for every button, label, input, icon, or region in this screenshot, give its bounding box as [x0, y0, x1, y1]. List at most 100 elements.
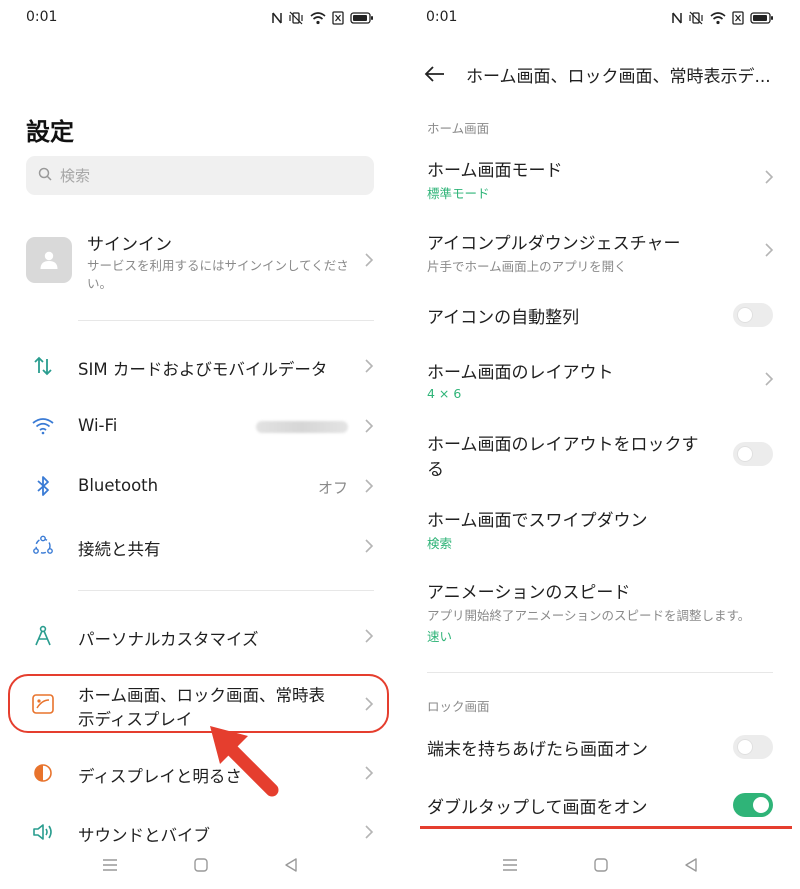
sidebar-item-sim[interactable]: SIM カードおよびモバイルデータ	[0, 345, 400, 387]
annotation-arrow-icon	[210, 726, 279, 797]
vibrate-off-icon	[688, 10, 704, 25]
bluetooth-status: オフ	[317, 479, 348, 497]
setting-title: ホーム画面でスワイプダウン	[427, 511, 648, 531]
sidebar-item-personalize[interactable]: パーソナルカスタマイズ	[0, 615, 400, 657]
double-tap-wake-toggle[interactable]	[733, 793, 773, 817]
sidebar-item-wifi[interactable]: Wi-Fi	[0, 405, 400, 447]
setting-title-line1: ホーム画面のレイアウトをロックす	[427, 435, 699, 455]
sim-status-icon	[732, 10, 744, 25]
home-nav-icon[interactable]	[594, 858, 608, 872]
divider	[78, 320, 374, 321]
setting-value: 検索	[427, 536, 453, 551]
sim-data-icon	[32, 355, 54, 377]
sound-icon	[32, 821, 54, 843]
nfc-icon	[672, 10, 682, 24]
setting-lock-home-layout[interactable]: ホーム画面のレイアウトをロックす る	[400, 424, 800, 484]
wifi-network-name-redacted	[256, 421, 348, 433]
personalize-label: パーソナルカスタマイズ	[78, 630, 259, 649]
chevron-right-icon	[765, 170, 774, 184]
setting-value: 4 × 6	[427, 386, 462, 401]
navigation-bar	[400, 841, 800, 889]
setting-title: ダブルタップして画面をオン	[427, 798, 648, 818]
search-input[interactable]	[60, 166, 320, 185]
section-label-home: ホーム画面	[427, 121, 490, 136]
setting-double-tap-wake[interactable]: ダブルタップして画面をオン	[400, 788, 800, 824]
page-title: 設定	[26, 118, 74, 146]
setting-title: アイコンプルダウンジェスチャー	[427, 234, 681, 254]
chevron-right-icon	[765, 372, 774, 386]
status-time: 0:01	[26, 9, 58, 25]
back-nav-icon[interactable]	[284, 858, 298, 872]
setting-subtitle: 片手でホーム画面上のアプリを開く	[427, 259, 627, 274]
highlight-outline	[8, 674, 389, 733]
chevron-right-icon	[365, 629, 374, 643]
setting-title: アニメーションのスピード	[427, 583, 631, 603]
setting-home-layout[interactable]: ホーム画面のレイアウト 4 × 6	[400, 352, 800, 412]
back-arrow-icon[interactable]	[424, 64, 446, 84]
setting-animation-speed[interactable]: アニメーションのスピード アプリ開始終了アニメーションのスピードを調整します。 …	[400, 572, 800, 648]
setting-icon-pulldown-gesture[interactable]: アイコンプルダウンジェスチャー 片手でホーム画面上のアプリを開く	[400, 223, 800, 283]
back-nav-icon[interactable]	[684, 858, 698, 872]
chevron-right-icon	[365, 766, 374, 780]
auto-align-toggle[interactable]	[733, 303, 773, 327]
setting-title: 端末を持ちあげたら画面オン	[427, 740, 648, 760]
setting-title: ホーム画面モード	[427, 161, 563, 181]
search-bar[interactable]	[26, 156, 374, 195]
navigation-bar	[0, 841, 400, 889]
lock-layout-toggle[interactable]	[733, 442, 773, 466]
chevron-right-icon	[365, 539, 374, 553]
setting-value: 標準モード	[427, 186, 490, 201]
status-time: 0:01	[426, 9, 458, 25]
personalize-icon	[32, 625, 54, 647]
setting-subtitle: アプリ開始終了アニメーションのスピードを調整します。	[427, 608, 751, 623]
section-label-lock: ロック画面	[427, 699, 490, 714]
wifi-status-icon	[710, 10, 726, 25]
settings-screen: 0:01 設定 サインイン サービスを利用するにはサインインしてください。 SI…	[0, 0, 400, 889]
divider	[78, 590, 374, 591]
connection-share-icon	[32, 535, 54, 557]
chevron-right-icon	[365, 825, 374, 839]
page-title: ホーム画面、ロック画面、常時表示デ...	[466, 67, 771, 87]
signin-title: サインイン	[87, 235, 172, 255]
sim-status-icon	[332, 10, 344, 25]
sidebar-item-bluetooth[interactable]: Bluetooth オフ	[0, 465, 400, 507]
annotation-underline	[420, 826, 792, 829]
battery-icon	[750, 10, 774, 24]
signin-description: サービスを利用するにはサインインしてください。	[87, 258, 349, 291]
chevron-right-icon	[765, 243, 774, 257]
home-nav-icon[interactable]	[194, 858, 208, 872]
status-bar: 0:01	[400, 0, 800, 36]
user-icon	[40, 251, 58, 269]
setting-home-swipe-down[interactable]: ホーム画面でスワイプダウン 検索	[400, 500, 800, 556]
chevron-right-icon	[365, 253, 374, 267]
bluetooth-label: Bluetooth	[78, 476, 159, 495]
display-brightness-icon	[32, 762, 54, 784]
divider	[427, 672, 773, 673]
signin-row[interactable]: サインイン サービスを利用するにはサインインしてください。	[26, 222, 374, 298]
setting-title: ホーム画面のレイアウト	[427, 363, 614, 383]
page-header: ホーム画面、ロック画面、常時表示デ...	[400, 58, 800, 90]
wifi-icon	[32, 415, 54, 437]
setting-icon-auto-align[interactable]: アイコンの自動整列	[400, 298, 800, 334]
menu-nav-icon[interactable]	[502, 858, 518, 872]
nfc-icon	[272, 10, 282, 24]
sidebar-item-connection[interactable]: 接続と共有	[0, 525, 400, 567]
menu-nav-icon[interactable]	[102, 858, 118, 872]
setting-home-screen-mode[interactable]: ホーム画面モード 標準モード	[400, 150, 800, 210]
home-lock-settings-screen: 0:01 ホーム画面、ロック画面、常時表示デ... ホーム画面 ホーム画面モード…	[400, 0, 800, 889]
chevron-right-icon	[365, 359, 374, 373]
chevron-right-icon	[365, 479, 374, 493]
setting-title-line2: る	[427, 460, 444, 480]
status-icons	[672, 10, 774, 25]
setting-title: アイコンの自動整列	[427, 308, 580, 328]
wifi-status-icon	[310, 10, 326, 25]
raise-to-wake-toggle[interactable]	[733, 735, 773, 759]
vibrate-off-icon	[288, 10, 304, 25]
search-icon	[38, 166, 52, 185]
sim-label: SIM カードおよびモバイルデータ	[78, 360, 328, 379]
setting-value: 速い	[427, 629, 453, 644]
connection-label: 接続と共有	[78, 540, 161, 559]
setting-raise-to-wake[interactable]: 端末を持ちあげたら画面オン	[400, 730, 800, 766]
wifi-label: Wi-Fi	[78, 416, 118, 435]
status-bar: 0:01	[0, 0, 400, 36]
